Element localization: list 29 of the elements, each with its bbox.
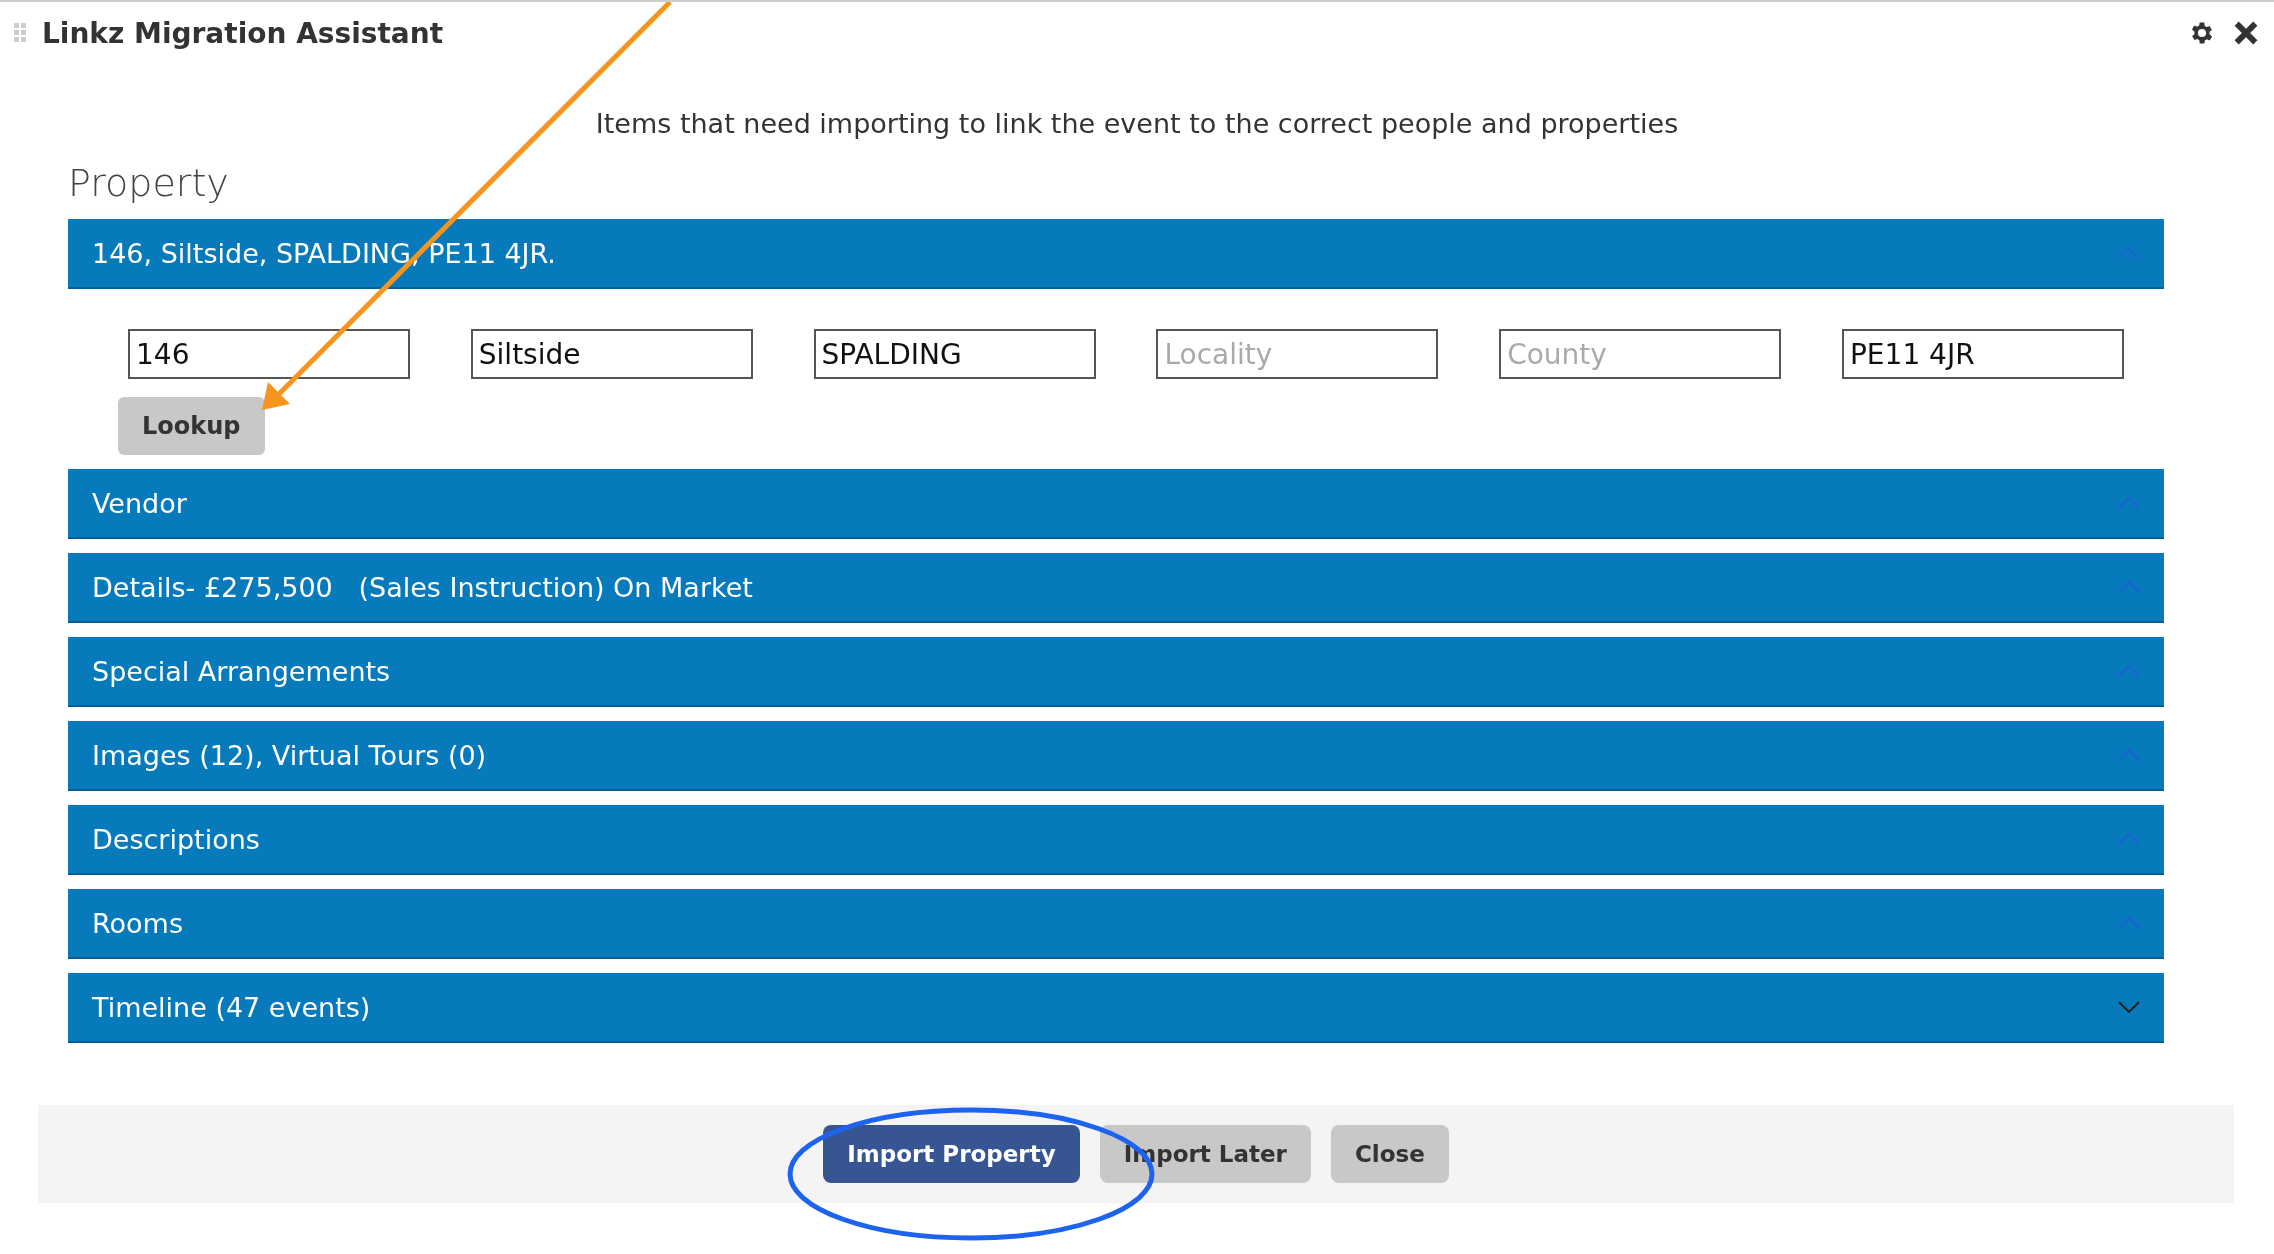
accordion-header[interactable]: Details- £275,500 (Sales Instruction) On Market bbox=[68, 553, 2164, 623]
input-field[interactable]: SPALDING bbox=[813, 329, 1096, 379]
accordion-header[interactable]: Vendor bbox=[68, 469, 2164, 539]
chevron-up-icon bbox=[2118, 917, 2140, 929]
drag-handle-icon[interactable] bbox=[14, 23, 26, 43]
accordion-header[interactable]: Descriptions bbox=[68, 805, 2164, 875]
input-field[interactable]: Siltside bbox=[470, 329, 753, 379]
chevron-up-icon bbox=[2118, 497, 2140, 509]
footer-button[interactable]: Import Property bbox=[823, 1125, 1080, 1183]
chevron-up-icon bbox=[2118, 749, 2140, 761]
window-title: Linkz Migration Assistant bbox=[42, 16, 444, 50]
input-field[interactable]: PE11 4JR bbox=[1842, 329, 2124, 379]
close-button[interactable] bbox=[2232, 19, 2260, 47]
footer-button[interactable]: Close bbox=[1330, 1125, 1449, 1183]
input-field[interactable]: 146 bbox=[128, 329, 410, 379]
accordion-header[interactable]: Rooms bbox=[68, 889, 2164, 959]
accordion-header[interactable]: 146, Siltside, SPALDING, PE11 4JR. bbox=[68, 219, 2164, 289]
input-field[interactable]: Locality bbox=[1156, 329, 1439, 379]
accordion-header[interactable]: Images (12), Virtual Tours (0) bbox=[68, 721, 2164, 791]
chevron-up-icon bbox=[2118, 833, 2140, 845]
accordion-header[interactable]: Timeline (47 events) bbox=[68, 973, 2164, 1043]
chevron-up-icon bbox=[2118, 581, 2140, 593]
lookup-button[interactable]: Lookup bbox=[118, 397, 265, 455]
intro-text: Items that need importing to link the event to the correct people and properties bbox=[594, 108, 1680, 139]
section-heading: Property bbox=[68, 161, 230, 205]
accordion-header[interactable]: Special Arrangements bbox=[68, 637, 2164, 707]
input-field[interactable]: County bbox=[1499, 329, 1782, 379]
chevron-up-icon bbox=[2118, 665, 2140, 677]
chevron-up-icon bbox=[2118, 247, 2140, 259]
